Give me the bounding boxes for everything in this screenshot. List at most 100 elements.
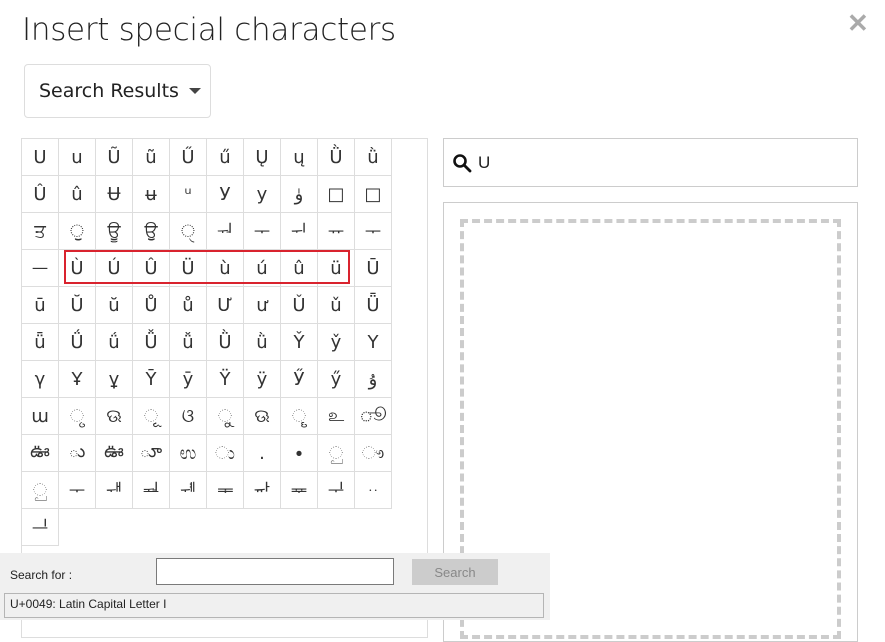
character-cell[interactable]: у bbox=[244, 176, 281, 213]
character-cell[interactable]: Ú bbox=[96, 250, 133, 287]
character-cell[interactable]: ᅯ bbox=[207, 213, 244, 250]
character-cell[interactable]: Ù bbox=[59, 250, 96, 287]
character-cell[interactable]: ూ bbox=[133, 435, 170, 472]
character-cell[interactable]: Ǜ bbox=[207, 324, 244, 361]
character-cell[interactable]: γ bbox=[22, 361, 59, 398]
character-cell[interactable]: ᆋ bbox=[133, 472, 170, 509]
character-cell[interactable]: Ұ bbox=[59, 361, 96, 398]
character-cell[interactable]: ۇ bbox=[355, 361, 392, 398]
character-cell[interactable]: ఊ bbox=[96, 435, 133, 472]
character-cell[interactable]: ú bbox=[244, 250, 281, 287]
character-cell[interactable]: ු bbox=[22, 472, 59, 509]
character-cell[interactable]: Û bbox=[22, 176, 59, 213]
character-search-input[interactable] bbox=[476, 151, 840, 174]
character-cell[interactable]: ಉ bbox=[170, 435, 207, 472]
character-cell[interactable]: ÿ bbox=[244, 361, 281, 398]
search-button[interactable]: Search bbox=[412, 559, 498, 585]
character-cell[interactable]: ᵘ bbox=[170, 176, 207, 213]
character-cell[interactable]: □ bbox=[355, 176, 392, 213]
character-cell[interactable]: ۈ bbox=[281, 176, 318, 213]
character-cell[interactable]: ȳ bbox=[170, 361, 207, 398]
character-cell[interactable]: ூ bbox=[355, 398, 392, 435]
character-cell[interactable]: ు bbox=[59, 435, 96, 472]
character-cell[interactable]: ǘ bbox=[96, 324, 133, 361]
character-cell[interactable]: y̌ bbox=[318, 324, 355, 361]
character-cell[interactable]: . bbox=[244, 435, 281, 472]
character-cell[interactable]: Ӳ bbox=[281, 361, 318, 398]
character-cell[interactable]: û bbox=[59, 176, 96, 213]
character-cell[interactable]: Ŭ bbox=[59, 287, 96, 324]
category-dropdown[interactable]: Search Results bbox=[24, 64, 211, 118]
character-cell[interactable]: ୃ bbox=[59, 398, 96, 435]
character-cell[interactable]: Ȳ bbox=[133, 361, 170, 398]
character-cell[interactable]: Ű bbox=[170, 139, 207, 176]
character-cell[interactable]: ű bbox=[207, 139, 244, 176]
character-cell[interactable]: ᆓ bbox=[281, 472, 318, 509]
character-cell[interactable]: ů bbox=[170, 287, 207, 324]
character-cell[interactable]: ʉ bbox=[133, 176, 170, 213]
character-cell[interactable]: ū bbox=[22, 287, 59, 324]
character-cell[interactable]: u bbox=[59, 139, 96, 176]
character-cell[interactable]: Y bbox=[355, 324, 392, 361]
character-search-box[interactable] bbox=[443, 138, 858, 187]
character-cell[interactable]: Ǚ bbox=[133, 324, 170, 361]
character-cell[interactable]: ᆜ bbox=[22, 509, 59, 546]
character-cell[interactable]: ୁ bbox=[207, 398, 244, 435]
character-cell[interactable]: У bbox=[207, 176, 244, 213]
character-cell[interactable]: ਉ bbox=[133, 213, 170, 250]
character-cell[interactable]: ਤ bbox=[22, 213, 59, 250]
character-cell[interactable]: ᆎ bbox=[244, 472, 281, 509]
character-cell[interactable]: ǜ bbox=[355, 139, 392, 176]
character-cell[interactable]: ų bbox=[281, 139, 318, 176]
character-cell[interactable]: Ů bbox=[133, 287, 170, 324]
character-cell[interactable]: Ǖ bbox=[355, 287, 392, 324]
character-cell[interactable]: ଓ bbox=[170, 398, 207, 435]
character-cell[interactable]: ෟ bbox=[355, 435, 392, 472]
character-cell[interactable]: ∙ bbox=[281, 435, 318, 472]
character-cell[interactable]: ư bbox=[244, 287, 281, 324]
character-cell[interactable]: Y̌ bbox=[281, 324, 318, 361]
character-cell[interactable]: ǖ bbox=[22, 324, 59, 361]
character-cell[interactable]: ᅳ bbox=[22, 250, 59, 287]
character-cell[interactable]: ᆍ bbox=[207, 472, 244, 509]
character-cell[interactable]: உ bbox=[318, 398, 355, 435]
character-cell[interactable]: ǚ bbox=[170, 324, 207, 361]
character-cell[interactable]: ୄ bbox=[281, 398, 318, 435]
close-icon[interactable]: ✕ bbox=[847, 8, 869, 39]
character-cell[interactable]: ು bbox=[207, 435, 244, 472]
character-cell[interactable]: ఊ bbox=[22, 435, 59, 472]
character-cell[interactable]: U bbox=[22, 139, 59, 176]
character-cell[interactable]: ᆊ bbox=[96, 472, 133, 509]
character-cell[interactable]: ੁ bbox=[59, 213, 96, 250]
character-cell[interactable]: ü bbox=[318, 250, 355, 287]
character-cell[interactable]: û bbox=[281, 250, 318, 287]
character-cell[interactable]: ੑ bbox=[170, 213, 207, 250]
character-cell[interactable]: ᅮ bbox=[355, 213, 392, 250]
character-cell[interactable]: Ư bbox=[207, 287, 244, 324]
character-cell[interactable]: Ǔ bbox=[281, 287, 318, 324]
character-cell[interactable]: ਊ bbox=[96, 213, 133, 250]
character-cell[interactable]: ᅮ bbox=[244, 213, 281, 250]
character-cell[interactable]: Ÿ bbox=[207, 361, 244, 398]
character-cell[interactable]: ӳ bbox=[318, 361, 355, 398]
character-cell[interactable]: ᆛ bbox=[318, 472, 355, 509]
character-cell[interactable]: Ǘ bbox=[59, 324, 96, 361]
character-cell[interactable]: ù bbox=[207, 250, 244, 287]
character-cell[interactable]: ୂ bbox=[133, 398, 170, 435]
character-cell[interactable]: ᅱ bbox=[281, 213, 318, 250]
character-cell[interactable]: ŭ bbox=[96, 287, 133, 324]
character-cell[interactable]: Ǜ bbox=[318, 139, 355, 176]
character-cell[interactable]: Ü bbox=[170, 250, 207, 287]
character-cell[interactable]: □ bbox=[318, 176, 355, 213]
character-cell[interactable]: ଊ bbox=[244, 398, 281, 435]
character-cell[interactable]: Ų bbox=[244, 139, 281, 176]
character-cell[interactable]: Ũ bbox=[96, 139, 133, 176]
character-cell[interactable]: ұ bbox=[96, 361, 133, 398]
character-cell[interactable]: ᅮ bbox=[59, 472, 96, 509]
character-cell[interactable]: ɯ bbox=[22, 398, 59, 435]
character-cell[interactable]: ු bbox=[318, 435, 355, 472]
character-cell[interactable]: ଊ bbox=[96, 398, 133, 435]
character-cell[interactable]: ᆌ bbox=[170, 472, 207, 509]
character-cell[interactable]: Ʉ bbox=[96, 176, 133, 213]
search-for-input[interactable] bbox=[156, 558, 394, 585]
